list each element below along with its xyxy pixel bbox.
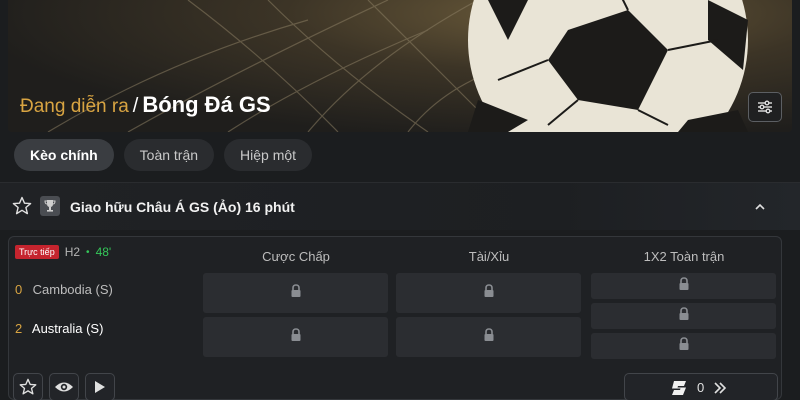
league-header[interactable]: Giao hữu Châu Á GS (Ảo) 16 phút <box>0 182 800 230</box>
column-handicap: Cược Chấp <box>262 249 330 264</box>
column-1x2: 1X2 Toàn trận <box>643 249 725 264</box>
lock-icon <box>678 306 690 326</box>
sliders-icon <box>758 100 772 114</box>
column-over-under: Tài/Xỉu <box>468 249 510 264</box>
team-home: 0 Cambodia (S) <box>15 282 113 297</box>
trophy-icon <box>40 196 60 216</box>
tab-first-half[interactable]: Hiệp một <box>224 139 313 171</box>
breadcrumb-separator: / <box>132 95 139 117</box>
page-title: Đang diễn ra / Bóng Đá GS <box>20 92 271 118</box>
tab-main-odds[interactable]: Kèo chính <box>14 139 114 171</box>
team-away: 2 Australia (S) <box>15 321 103 336</box>
match-minute: 48' <box>95 245 112 259</box>
watch-button[interactable] <box>49 373 79 400</box>
match-status: Trực tiếp H2 • 48' <box>15 245 111 259</box>
lock-icon <box>483 327 495 347</box>
breadcrumb-live[interactable]: Đang diễn ra <box>20 96 129 117</box>
away-team-name: Australia (S) <box>31 321 104 336</box>
star-icon <box>19 378 37 395</box>
play-icon <box>95 381 105 393</box>
odds-cell-locked[interactable] <box>203 317 388 357</box>
market-tabs: Kèo chính Toàn trận Hiệp một <box>14 139 313 171</box>
match-period: H2 <box>64 245 81 259</box>
away-score: 2 <box>15 321 23 336</box>
match-card: Trực tiếp H2 • 48' 0 Cambodia (S) 2 Aust… <box>8 236 782 400</box>
odds-cell-locked[interactable] <box>396 317 581 357</box>
favorite-match-button[interactable] <box>13 373 43 400</box>
lock-icon <box>290 283 302 303</box>
breadcrumb-sport: Bóng Đá GS <box>142 92 271 117</box>
more-markets-button[interactable]: 0 <box>624 373 778 400</box>
play-button[interactable] <box>85 373 115 400</box>
league-name: Giao hữu Châu Á GS (Ảo) 16 phút <box>70 199 295 215</box>
more-markets-count: 0 <box>697 380 705 395</box>
lock-icon <box>290 327 302 347</box>
tab-full-match[interactable]: Toàn trận <box>123 139 215 171</box>
double-chevron-right-icon <box>714 382 727 394</box>
brand-s-icon <box>672 381 686 395</box>
favorite-star-icon[interactable] <box>12 196 32 216</box>
hero-banner: Đang diễn ra / Bóng Đá GS <box>8 0 792 132</box>
lock-icon <box>483 283 495 303</box>
eye-icon <box>55 382 73 392</box>
sportsbook-page: Đang diễn ra / Bóng Đá GS Kèo chính Toàn t… <box>0 0 800 400</box>
filter-button[interactable] <box>748 92 782 122</box>
odds-cell-locked[interactable] <box>591 273 776 299</box>
odds-cell-locked[interactable] <box>591 303 776 329</box>
odds-cell-locked[interactable] <box>203 273 388 313</box>
lock-icon <box>678 276 690 296</box>
live-dot: • <box>86 246 90 258</box>
odds-cell-locked[interactable] <box>591 333 776 359</box>
lock-icon <box>678 336 690 356</box>
odds-cell-locked[interactable] <box>396 273 581 313</box>
home-team-name: Cambodia (S) <box>32 282 113 297</box>
live-badge: Trực tiếp <box>15 245 59 259</box>
home-score: 0 <box>15 282 23 297</box>
chevron-up-icon[interactable] <box>752 199 768 215</box>
